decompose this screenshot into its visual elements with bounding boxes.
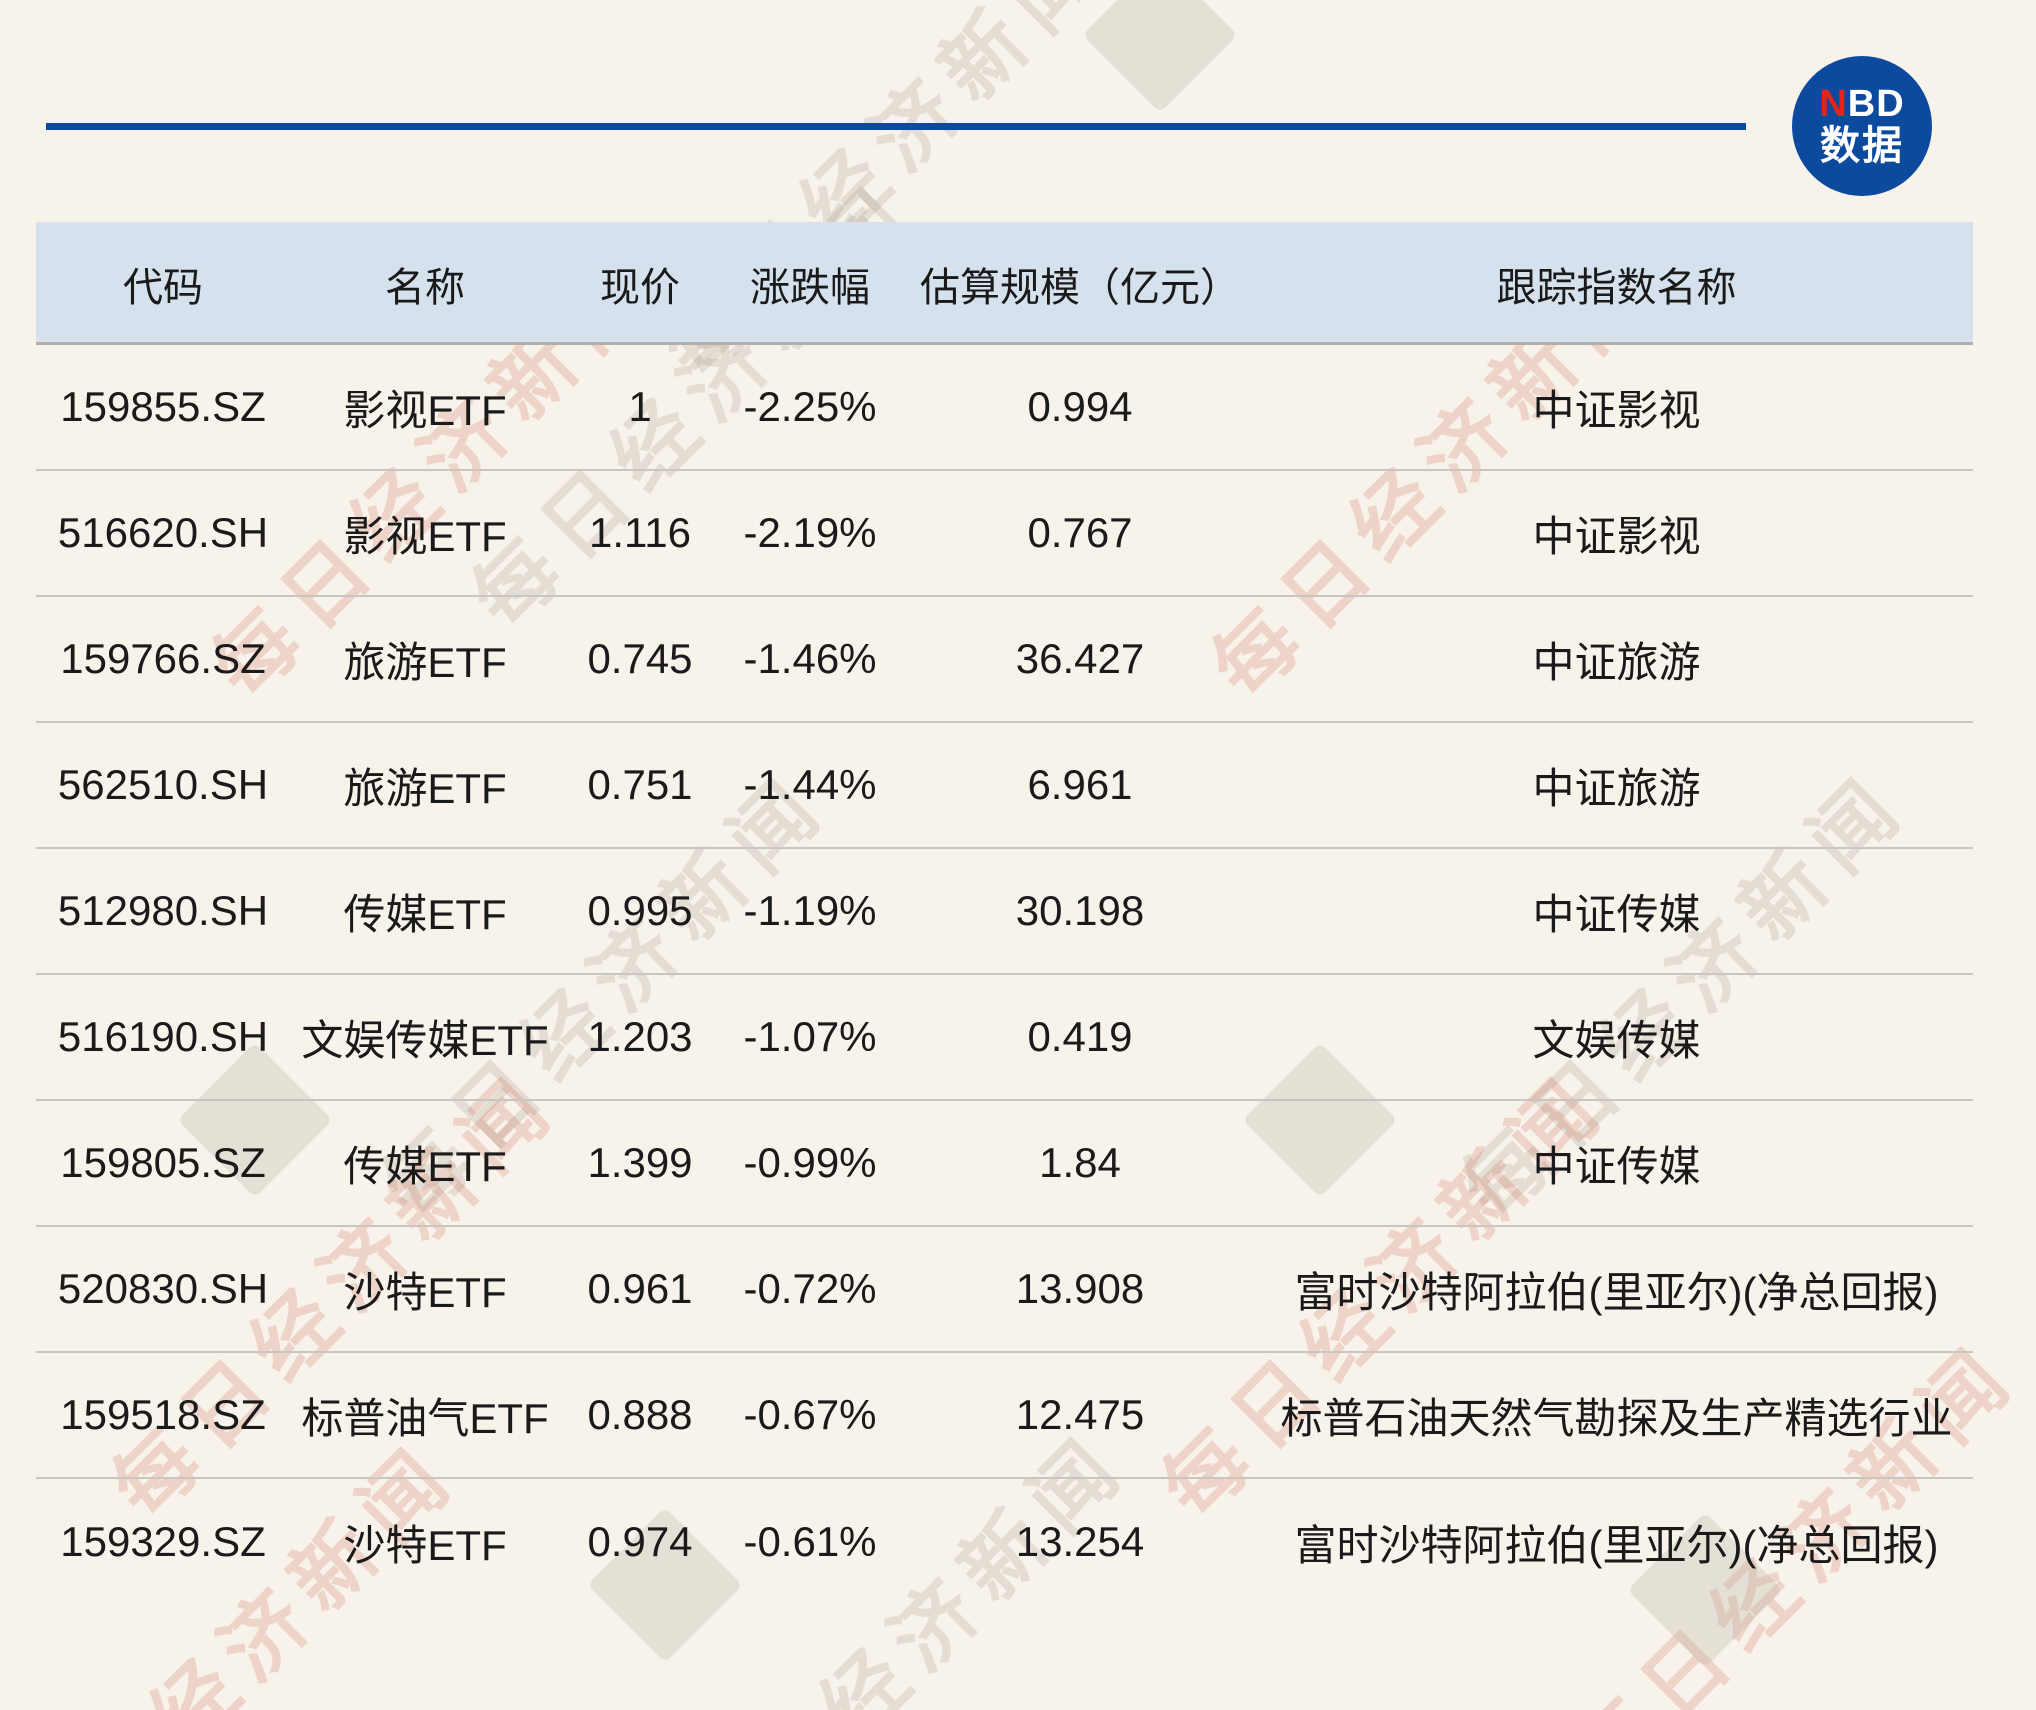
cell-price: 0.974 — [587, 1518, 693, 1565]
cell-code: 159805.SZ — [60, 1139, 266, 1186]
cell-name: 标普油气ETF — [301, 1394, 549, 1442]
nbd-logo-letters-bd: BD — [1847, 83, 1905, 126]
column-header-index: 跟踪指数名称 — [1496, 266, 1737, 310]
table-row: 512980.SH 传媒ETF 0.995 -1.19% 30.198 中证传媒 — [36, 849, 1973, 975]
cell-name: 沙特ETF — [343, 1268, 507, 1316]
cell-index: 标普石油天然气勘探及生产精选行业 — [1280, 1394, 1953, 1442]
cell-index: 中证旅游 — [1532, 638, 1701, 686]
cell-change: -1.07% — [743, 1013, 877, 1060]
cell-scale: 0.767 — [1027, 509, 1133, 556]
cell-code: 159766.SZ — [60, 635, 266, 682]
column-header-change: 涨跌幅 — [750, 266, 870, 310]
cell-change: -1.46% — [743, 635, 877, 682]
cell-price: 0.745 — [587, 635, 693, 682]
cell-code: 159855.SZ — [60, 383, 266, 430]
table-row: 159805.SZ 传媒ETF 1.399 -0.99% 1.84 中证传媒 — [36, 1101, 1973, 1227]
cell-name: 旅游ETF — [343, 638, 507, 686]
cell-change: -1.19% — [743, 887, 877, 934]
cell-change: -1.44% — [743, 761, 877, 808]
cell-scale: 6.961 — [1027, 761, 1133, 808]
cell-name: 影视ETF — [343, 386, 507, 434]
nbd-data-card: 每日经济新闻 每日经济新闻 每日经济新闻 每日经济新闻 每日经济新闻 每日经济新… — [0, 0, 2036, 1710]
cell-change: -2.19% — [743, 509, 877, 556]
table-row: 159855.SZ 影视ETF 1 -2.25% 0.994 中证影视 — [36, 345, 1973, 471]
cell-code: 520830.SH — [57, 1265, 269, 1312]
cell-price: 1.399 — [587, 1139, 693, 1186]
cell-scale: 30.198 — [1015, 887, 1145, 934]
cell-scale: 12.475 — [1015, 1391, 1145, 1438]
nbd-logo-subtitle: 数据 — [1820, 123, 1904, 168]
top-divider-line — [46, 123, 1746, 130]
table-row: 516620.SH 影视ETF 1.116 -2.19% 0.767 中证影视 — [36, 471, 1973, 597]
cell-price: 0.888 — [587, 1391, 693, 1438]
cell-code: 516620.SH — [57, 509, 269, 556]
cell-code: 562510.SH — [57, 761, 269, 808]
table-row: 562510.SH 旅游ETF 0.751 -1.44% 6.961 中证旅游 — [36, 723, 1973, 849]
cell-name: 旅游ETF — [343, 764, 507, 812]
cell-index: 中证影视 — [1532, 512, 1701, 560]
cell-code: 512980.SH — [57, 887, 269, 934]
etf-table: 代码 名称 现价 涨跌幅 估算规模（亿元） 跟踪指数名称 159855.SZ 影视… — [36, 222, 1973, 1605]
cell-change: -2.25% — [743, 383, 877, 430]
column-header-code: 代码 — [123, 266, 203, 310]
cell-name: 传媒ETF — [343, 1142, 507, 1190]
cell-index: 富时沙特阿拉伯(里亚尔)(净总回报) — [1294, 1521, 1939, 1569]
nbd-logo-letter-n: N — [1819, 83, 1848, 126]
cell-index: 中证旅游 — [1532, 764, 1701, 812]
cell-index: 富时沙特阿拉伯(里亚尔)(净总回报) — [1294, 1268, 1939, 1316]
cell-scale: 0.419 — [1027, 1013, 1133, 1060]
cell-code: 159518.SZ — [60, 1391, 266, 1438]
cell-name: 传媒ETF — [343, 890, 507, 938]
cell-scale: 36.427 — [1015, 635, 1145, 682]
cell-change: -0.99% — [743, 1139, 877, 1186]
table-row: 520830.SH 沙特ETF 0.961 -0.72% 13.908 富时沙特阿拉伯(里… — [36, 1227, 1973, 1353]
column-header-scale: 估算规模（亿元） — [920, 266, 1240, 310]
column-header-price: 现价 — [600, 266, 680, 310]
cell-code: 159329.SZ — [60, 1518, 266, 1565]
nbd-logo-text: NBD — [1819, 83, 1905, 126]
cell-scale: 0.994 — [1027, 383, 1133, 430]
nbd-logo: NBD 数据 — [1792, 56, 1932, 196]
cell-price: 0.751 — [587, 761, 693, 808]
cell-scale: 1.84 — [1039, 1139, 1121, 1186]
table-row: 159329.SZ 沙特ETF 0.974 -0.61% 13.254 富时沙特阿拉伯(里… — [36, 1479, 1973, 1605]
cell-change: -0.61% — [743, 1518, 877, 1565]
cell-index: 中证传媒 — [1532, 890, 1701, 938]
cell-price: 1.116 — [589, 509, 691, 556]
cell-code: 516190.SH — [57, 1013, 269, 1060]
cell-index: 文娱传媒 — [1532, 1016, 1701, 1064]
cell-scale: 13.908 — [1015, 1265, 1145, 1312]
cell-name: 影视ETF — [343, 512, 507, 560]
cell-name: 沙特ETF — [343, 1521, 507, 1569]
cell-scale: 13.254 — [1015, 1518, 1145, 1565]
table-body: 159855.SZ 影视ETF 1 -2.25% 0.994 中证影视 516620.SH 影… — [36, 345, 1973, 1605]
cell-price: 0.961 — [587, 1265, 693, 1312]
watermark-diamond-icon — [1082, 0, 1238, 113]
cell-price: 1 — [628, 383, 652, 430]
cell-price: 1.203 — [587, 1013, 693, 1060]
column-header-name: 名称 — [385, 266, 465, 310]
cell-price: 0.995 — [587, 887, 693, 934]
cell-name: 文娱传媒ETF — [301, 1016, 549, 1064]
table-row: 516190.SH 文娱传媒ETF 1.203 -1.07% 0.419 文娱传媒 — [36, 975, 1973, 1101]
cell-change: -0.67% — [743, 1391, 877, 1438]
cell-change: -0.72% — [743, 1265, 877, 1312]
cell-index: 中证影视 — [1532, 386, 1701, 434]
table-row: 159766.SZ 旅游ETF 0.745 -1.46% 36.427 中证旅游 — [36, 597, 1973, 723]
table-header-row: 代码 名称 现价 涨跌幅 估算规模（亿元） 跟踪指数名称 — [36, 222, 1973, 345]
table-row: 159518.SZ 标普油气ETF 0.888 -0.67% 12.475 标普石油天然气… — [36, 1353, 1973, 1479]
cell-index: 中证传媒 — [1532, 1142, 1701, 1190]
